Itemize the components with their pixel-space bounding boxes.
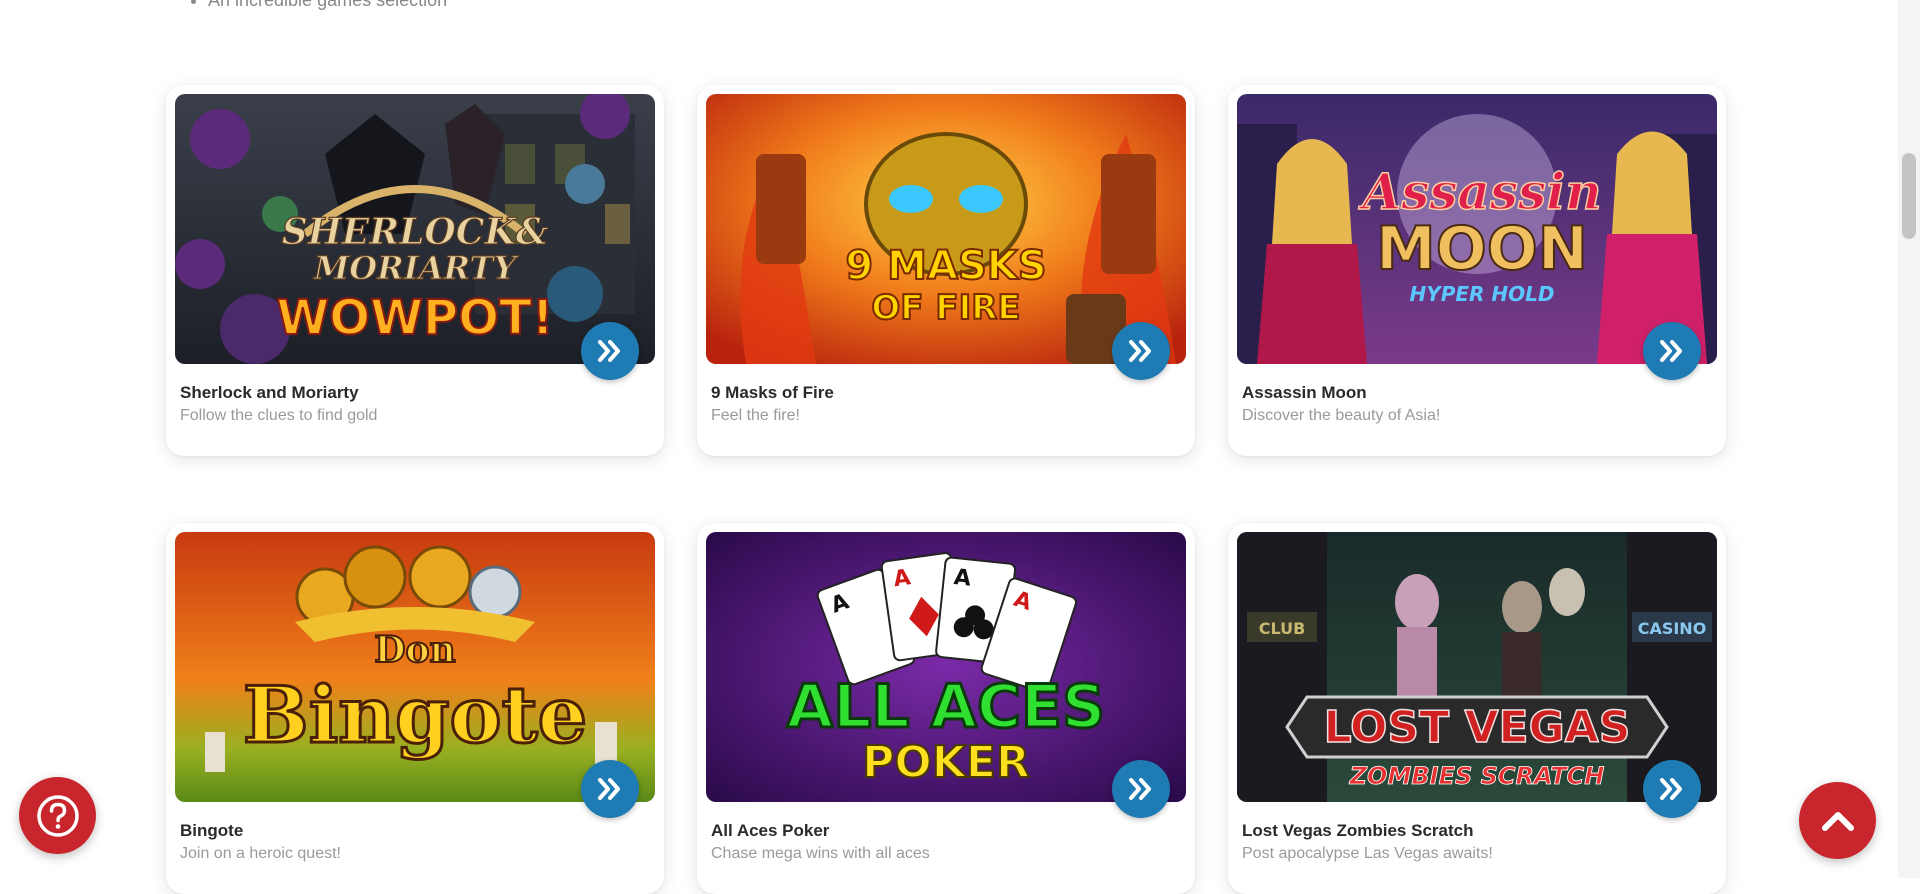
double-chevron-right-icon xyxy=(598,778,620,800)
game-title[interactable]: Assassin Moon xyxy=(1242,383,1367,403)
double-chevron-right-icon xyxy=(1129,778,1151,800)
svg-text:POKER: POKER xyxy=(862,737,1030,788)
chevron-up-icon xyxy=(1821,811,1854,831)
game-thumbnail[interactable]: SHERLOCK& MORIARTY WOWPOT! xyxy=(175,94,655,364)
svg-text:ZOMBIES SCRATCH: ZOMBIES SCRATCH xyxy=(1349,762,1605,790)
game-subtitle: Join on a heroic quest! xyxy=(180,845,341,862)
game-subtitle: Post apocalypse Las Vegas awaits! xyxy=(1242,845,1493,862)
svg-text:WOWPOT!: WOWPOT! xyxy=(276,290,553,346)
play-button[interactable] xyxy=(1112,760,1170,818)
double-chevron-right-icon xyxy=(1660,778,1682,800)
game-subtitle: Chase mega wins with all aces xyxy=(711,845,930,862)
game-card[interactable]: A A A A ALL ACES POKER All Aces Poker Ch… xyxy=(697,523,1195,894)
svg-text:HYPER HOLD: HYPER HOLD xyxy=(1410,282,1555,306)
svg-text:Assassin: Assassin xyxy=(1358,162,1601,221)
game-subtitle: Feel the fire! xyxy=(711,407,800,424)
svg-text:9 MASKS: 9 MASKS xyxy=(845,243,1046,289)
game-thumbnail[interactable]: Don Bingote xyxy=(175,532,655,802)
svg-text:A: A xyxy=(953,565,973,592)
svg-text:MOON: MOON xyxy=(1376,214,1588,284)
svg-text:SHERLOCK&: SHERLOCK& xyxy=(282,211,549,253)
play-button[interactable] xyxy=(581,760,639,818)
svg-text:CASINO: CASINO xyxy=(1638,619,1707,638)
game-title[interactable]: Sherlock and Moriarty xyxy=(180,383,359,403)
game-card[interactable]: 9 MASKS OF FIRE 9 Masks of Fire Feel the… xyxy=(697,85,1195,456)
intro-list: An incredible games selection xyxy=(190,0,447,12)
back-to-top-button[interactable] xyxy=(1799,782,1876,859)
double-chevron-right-icon xyxy=(1129,340,1151,362)
page-scrollbar[interactable] xyxy=(1898,0,1920,878)
svg-text:Don: Don xyxy=(374,629,455,671)
game-thumbnail[interactable]: CLUB CASINO LOST VEGAS ZOMBIES SCRATCH xyxy=(1237,532,1717,802)
help-button[interactable] xyxy=(19,777,96,854)
game-title[interactable]: All Aces Poker xyxy=(711,821,829,841)
double-chevron-right-icon xyxy=(598,340,620,362)
game-title[interactable]: 9 Masks of Fire xyxy=(711,383,834,403)
scrollbar-thumb[interactable] xyxy=(1902,153,1916,239)
game-card[interactable]: CLUB CASINO LOST VEGAS ZOMBIES SCRATCH L… xyxy=(1228,523,1726,894)
game-title[interactable]: Bingote xyxy=(180,821,243,841)
play-button[interactable] xyxy=(1112,322,1170,380)
svg-text:MORIARTY: MORIARTY xyxy=(313,249,520,287)
svg-text:OF FIRE: OF FIRE xyxy=(871,288,1020,328)
game-subtitle: Discover the beauty of Asia! xyxy=(1242,407,1441,424)
game-title[interactable]: Lost Vegas Zombies Scratch xyxy=(1242,821,1473,841)
game-thumbnail[interactable]: Assassin MOON HYPER HOLD xyxy=(1237,94,1717,364)
svg-text:ALL ACES: ALL ACES xyxy=(787,672,1105,742)
intro-list-item: An incredible games selection xyxy=(208,0,447,12)
game-card[interactable]: Assassin MOON HYPER HOLD Assassin Moon D… xyxy=(1228,85,1726,456)
svg-text:Bingote: Bingote xyxy=(243,670,588,761)
question-mark-icon xyxy=(36,794,79,837)
play-button[interactable] xyxy=(1643,322,1701,380)
double-chevron-right-icon xyxy=(1660,340,1682,362)
game-card[interactable]: SHERLOCK& MORIARTY WOWPOT! Sherlock and … xyxy=(166,85,664,456)
play-button[interactable] xyxy=(1643,760,1701,818)
game-thumbnail[interactable]: A A A A ALL ACES POKER xyxy=(706,532,1186,802)
play-button[interactable] xyxy=(581,322,639,380)
game-card[interactable]: Don Bingote Bingote Join on a heroic que… xyxy=(166,523,664,894)
svg-text:A: A xyxy=(892,565,912,592)
game-subtitle: Follow the clues to find gold xyxy=(180,407,378,424)
game-thumbnail[interactable]: 9 MASKS OF FIRE xyxy=(706,94,1186,364)
svg-text:LOST VEGAS: LOST VEGAS xyxy=(1324,702,1631,753)
svg-text:CLUB: CLUB xyxy=(1259,619,1306,638)
